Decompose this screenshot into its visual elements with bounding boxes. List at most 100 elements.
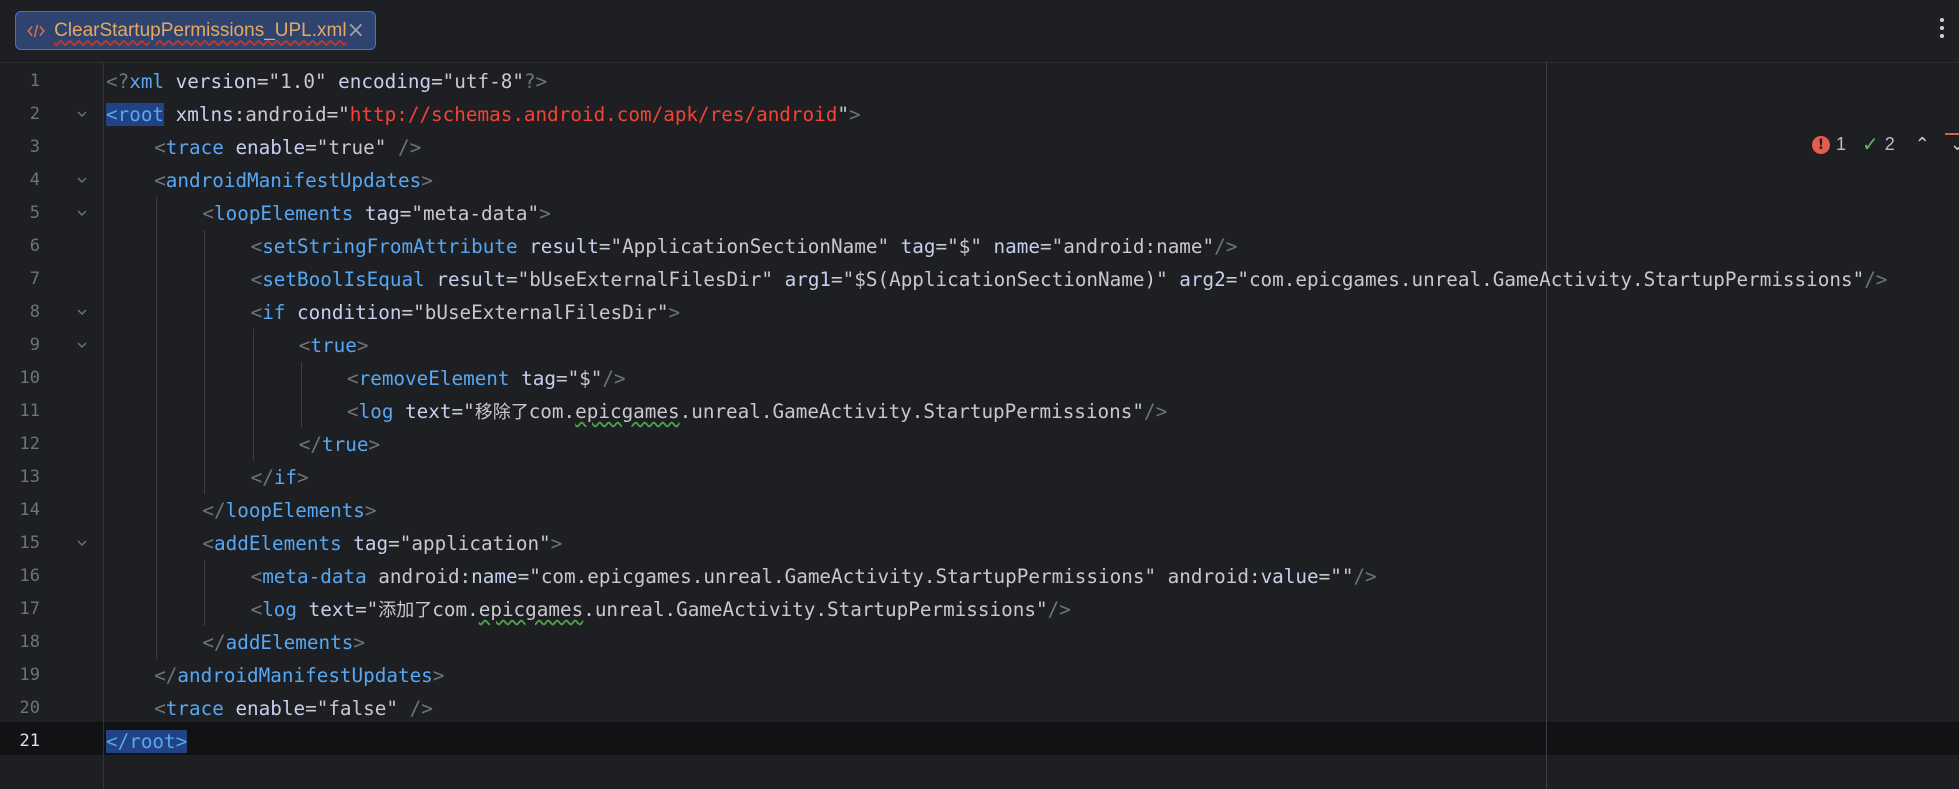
next-highlight-icon[interactable]: ⌄ xyxy=(1950,134,1959,155)
fold-chevron-icon[interactable] xyxy=(76,307,88,317)
code-line[interactable]: 16 <meta-data android:name="com.epicgames… xyxy=(0,560,1959,593)
code-line[interactable]: 6 <setStringFromAttribute result="Applica… xyxy=(0,230,1959,263)
fold-chevron-icon[interactable] xyxy=(76,208,88,218)
file-tab-title: ClearStartupPermissions_UPL.xml xyxy=(54,19,347,41)
line-number[interactable]: 3 xyxy=(0,131,40,164)
line-number[interactable]: 21 xyxy=(0,725,40,758)
fold-chevron-icon[interactable] xyxy=(76,340,88,350)
code-token: true xyxy=(310,334,357,357)
code-line[interactable]: 8 <if condition="bUseExternalFilesDir"> xyxy=(0,296,1959,329)
code-text[interactable]: </true> xyxy=(299,428,380,461)
code-line[interactable]: 10 <removeElement tag="$"/> xyxy=(0,362,1959,395)
code-text[interactable]: <trace enable="true" /> xyxy=(154,131,421,164)
fold-chevron-icon[interactable] xyxy=(76,175,88,185)
code-token: /> xyxy=(397,136,422,159)
line-number[interactable]: 14 xyxy=(0,494,40,527)
code-line[interactable]: 3 <trace enable="true" /> xyxy=(0,131,1959,164)
code-text[interactable]: <log text="添加了com.epicgames.unreal.GameA… xyxy=(251,593,1071,627)
indent-guide xyxy=(204,461,206,494)
code-text[interactable]: <root xmlns:android="http://schemas.andr… xyxy=(106,98,861,131)
code-text[interactable]: <loopElements tag="meta-data"> xyxy=(202,197,550,230)
code-token: > xyxy=(356,334,369,357)
more-options-icon[interactable] xyxy=(1939,18,1945,44)
code-token: loopElements xyxy=(225,499,365,522)
code-line[interactable]: 13 </if> xyxy=(0,461,1959,494)
code-editor[interactable]: 1 <?xml version="1.0" encoding="utf-8"?> 2… xyxy=(0,62,1959,789)
indent-guide xyxy=(204,296,206,329)
line-number[interactable]: 11 xyxy=(0,395,40,428)
line-number[interactable]: 5 xyxy=(0,197,40,230)
code-token: tag xyxy=(353,202,400,225)
code-line[interactable]: 9 <true> xyxy=(0,329,1959,362)
code-token: > xyxy=(297,466,309,489)
line-number[interactable]: 19 xyxy=(0,659,40,692)
code-text[interactable]: <addElements tag="application"> xyxy=(202,527,562,560)
code-line[interactable]: 20 <trace enable="false" /> xyxy=(0,692,1959,725)
line-number[interactable]: 7 xyxy=(0,263,40,296)
code-text[interactable]: </loopElements> xyxy=(202,494,376,527)
indent-guide xyxy=(156,362,158,395)
code-text[interactable]: </if> xyxy=(251,461,309,494)
line-number[interactable]: 20 xyxy=(0,692,40,725)
line-number[interactable]: 10 xyxy=(0,362,40,395)
line-number[interactable]: 2 xyxy=(0,98,40,131)
code-line[interactable]: 15 <addElements tag="application"> xyxy=(0,527,1959,560)
line-number[interactable]: 9 xyxy=(0,329,40,362)
code-line[interactable]: 18 </addElements> xyxy=(0,626,1959,659)
line-number[interactable]: 12 xyxy=(0,428,40,461)
file-tab[interactable]: ClearStartupPermissions_UPL.xml × xyxy=(15,11,376,50)
code-token: removeElement xyxy=(358,367,510,390)
line-number[interactable]: 16 xyxy=(0,560,40,593)
code-line[interactable]: 5 <loopElements tag="meta-data"> xyxy=(0,197,1959,230)
close-icon[interactable]: × xyxy=(347,19,365,42)
code-line[interactable]: 14 </loopElements> xyxy=(0,494,1959,527)
code-token: < xyxy=(154,136,166,159)
code-text[interactable]: </root> xyxy=(106,725,188,758)
code-token: < xyxy=(202,202,214,225)
code-text[interactable]: <setBoolIsEqual result="bUseExternalFile… xyxy=(251,263,1888,296)
indent-guide xyxy=(300,395,302,428)
code-line[interactable]: 7 <setBoolIsEqual result="bUseExternalFil… xyxy=(0,263,1959,296)
code-line[interactable]: 4 <androidManifestUpdates> xyxy=(0,164,1959,197)
inspection-widget[interactable]: ! 1 ✓ 2 ⌃ ⌄ xyxy=(1812,132,1959,157)
code-text[interactable]: <androidManifestUpdates> xyxy=(154,164,433,197)
line-number[interactable]: 18 xyxy=(0,626,40,659)
code-token: com. xyxy=(432,598,479,621)
code-token: < xyxy=(250,301,263,324)
code-text[interactable]: <log text="移除了com.epicgames.unreal.GameA… xyxy=(347,395,1167,429)
line-number[interactable]: 1 xyxy=(0,65,40,98)
code-line[interactable]: 21 </root> xyxy=(0,725,1959,758)
line-number[interactable]: 13 xyxy=(0,461,40,494)
code-text[interactable]: <true> xyxy=(299,329,369,362)
indent-guide xyxy=(156,263,158,296)
line-number[interactable]: 17 xyxy=(0,593,40,626)
code-text[interactable]: <trace enable="false" /> xyxy=(154,692,433,725)
line-number[interactable]: 8 xyxy=(0,296,40,329)
code-text[interactable]: <if condition="bUseExternalFilesDir"> xyxy=(251,296,681,329)
code-token: meta-data xyxy=(262,565,367,588)
code-line[interactable]: 12 </true> xyxy=(0,428,1959,461)
code-text[interactable]: <setStringFromAttribute result="Applicat… xyxy=(251,230,1238,263)
fold-chevron-icon[interactable] xyxy=(76,109,88,119)
code-token: encoding xyxy=(326,70,432,93)
line-number[interactable]: 4 xyxy=(0,164,40,197)
previous-highlight-icon[interactable]: ⌃ xyxy=(1915,134,1930,155)
code-text[interactable]: </androidManifestUpdates> xyxy=(154,659,444,692)
code-token: :android=" xyxy=(233,103,350,126)
line-number[interactable]: 6 xyxy=(0,230,40,263)
code-text[interactable]: <removeElement tag="$"/> xyxy=(347,362,626,395)
code-token: name xyxy=(981,235,1040,258)
code-line[interactable]: 17 <log text="添加了com.epicgames.unreal.Gam… xyxy=(0,593,1959,626)
code-line[interactable]: 11 <log text="移除了com.epicgames.unreal.Gam… xyxy=(0,395,1959,428)
code-line[interactable]: 2 <root xmlns:android="http://schemas.and… xyxy=(0,98,1959,131)
code-token: result xyxy=(424,268,506,291)
indent-guide xyxy=(156,494,158,527)
line-number[interactable]: 15 xyxy=(0,527,40,560)
code-text[interactable]: </addElements> xyxy=(202,626,365,659)
fold-chevron-icon[interactable] xyxy=(76,538,88,548)
code-text[interactable]: <?xml version="1.0" encoding="utf-8"?> xyxy=(106,65,547,98)
code-token: if xyxy=(262,301,286,324)
code-line[interactable]: 19 </androidManifestUpdates> xyxy=(0,659,1959,692)
code-text[interactable]: <meta-data android:name="com.epicgames.u… xyxy=(251,560,1377,593)
code-line[interactable]: 1 <?xml version="1.0" encoding="utf-8"?> xyxy=(0,65,1959,98)
